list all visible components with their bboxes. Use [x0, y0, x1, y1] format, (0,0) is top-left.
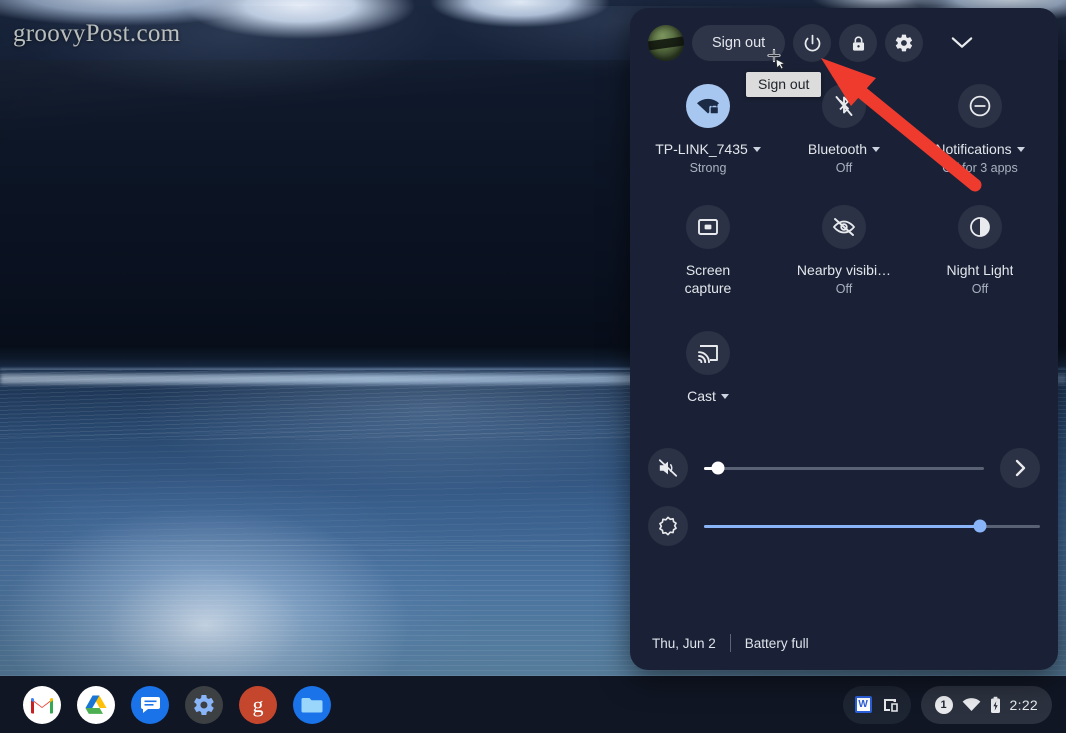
cast-icon	[686, 331, 730, 375]
tile-network-label: TP-LINK_7435	[655, 141, 748, 157]
volume-slider[interactable]	[704, 461, 984, 475]
settings-app-icon[interactable]	[185, 685, 223, 724]
chevron-down-icon[interactable]	[720, 393, 729, 399]
system-tray: W 1 2:22	[842, 685, 1066, 724]
do-not-disturb-icon	[958, 84, 1002, 128]
tile-night-light[interactable]: Night Light Off	[912, 205, 1048, 313]
brightness-icon[interactable]	[648, 506, 688, 546]
tile-bluetooth-status: Off	[835, 161, 853, 175]
sign-out-button[interactable]: Sign out	[692, 25, 786, 61]
notification-count-badge[interactable]: 1	[934, 695, 953, 714]
window-snap-icon[interactable]	[882, 697, 899, 713]
wifi-icon[interactable]	[962, 697, 981, 712]
groovypost-glyph: g	[252, 691, 264, 717]
tile-network-label-row: TP-LINK_7435	[655, 140, 761, 158]
word-doc-icon[interactable]: W	[854, 696, 872, 713]
tile-cast[interactable]: Cast	[640, 331, 776, 421]
wifi-lock-icon	[686, 84, 730, 128]
volume-slider-thumb[interactable]	[711, 461, 725, 475]
night-light-icon	[958, 205, 1002, 249]
chevron-down-icon[interactable]	[1016, 146, 1025, 152]
footer-divider	[729, 634, 731, 652]
brightness-slider-row	[648, 497, 1040, 555]
tile-night-light-label-row: Night Light	[947, 261, 1014, 279]
gear-icon[interactable]	[885, 24, 924, 62]
tile-screen-capture-text: Screen capture	[684, 262, 732, 296]
brightness-slider-fill	[704, 524, 980, 528]
screen-capture-icon	[686, 205, 730, 249]
footer-date: Thu, Jun 2	[652, 635, 716, 651]
sign-out-tooltip: Sign out	[746, 72, 822, 97]
messages-app-icon[interactable]	[131, 685, 169, 724]
slider-section	[630, 421, 1058, 555]
groovypost-app-icon[interactable]: g	[239, 685, 277, 724]
tile-network-status: Strong	[689, 161, 727, 175]
quick-settings-footer: Thu, Jun 2 Battery full	[630, 616, 1058, 670]
site-watermark: groovyPost.com	[13, 20, 181, 47]
battery-charging-icon[interactable]	[990, 696, 1001, 714]
chevron-down-icon[interactable]	[943, 24, 981, 62]
chevron-down-icon[interactable]	[872, 146, 881, 152]
tile-row-1: TP-LINK_7435 Strong Bluetooth Off Notifi…	[640, 84, 1048, 191]
footer-battery-status: Battery full	[744, 635, 809, 651]
tile-empty-1	[776, 331, 912, 421]
brightness-slider-thumb[interactable]	[973, 519, 987, 533]
tile-nearby-visibility-label: Nearby visibi…	[796, 262, 892, 278]
tile-nearby-visibility[interactable]: Nearby visibi… Off	[776, 205, 912, 313]
tray-window-controls[interactable]: W	[842, 685, 911, 724]
chevron-right-icon[interactable]	[1000, 448, 1040, 488]
eye-off-icon	[822, 205, 866, 249]
tile-empty-2	[912, 331, 1048, 421]
tile-bluetooth-label-row: Bluetooth	[807, 140, 881, 158]
tile-notifications-label: Notifications	[935, 141, 1012, 157]
bluetooth-off-icon	[822, 84, 866, 128]
tile-row-2: Screen capture Nearby visibi… Off Night …	[640, 205, 1048, 313]
tile-night-light-status: Off	[971, 282, 989, 296]
google-drive-app-icon[interactable]	[77, 685, 115, 724]
tile-row-3: Cast	[640, 331, 1048, 421]
tile-notifications-status: Off for 3 apps	[942, 161, 1018, 175]
tile-cast-label: Cast	[687, 388, 716, 404]
tile-night-light-label: Night Light	[946, 262, 1014, 278]
volume-slider-row	[648, 439, 1040, 497]
tray-clock[interactable]: 2:22	[1010, 697, 1038, 713]
tile-bluetooth-label: Bluetooth	[807, 141, 868, 157]
tile-nearby-status: Off	[835, 282, 853, 296]
shelf-app-list: g	[0, 685, 331, 724]
lock-button[interactable]	[839, 24, 878, 62]
quick-settings-panel: Sign out TP-LINK_7435 Strong Bluetooth O…	[630, 8, 1058, 670]
tile-screen-capture-label: Screen capture	[672, 261, 744, 297]
brightness-slider[interactable]	[704, 519, 1040, 533]
volume-muted-icon[interactable]	[648, 448, 688, 488]
tray-status-pill[interactable]: 1 2:22	[920, 685, 1052, 724]
tile-screen-capture[interactable]: Screen capture	[640, 205, 776, 313]
shelf: g W 1 2:22	[0, 676, 1066, 733]
tile-nearby-label-row: Nearby visibi…	[797, 261, 891, 279]
tile-cast-label-row: Cast	[687, 387, 729, 405]
tile-network[interactable]: TP-LINK_7435 Strong	[640, 84, 776, 191]
gmail-app-icon[interactable]	[23, 685, 61, 724]
tile-notifications[interactable]: Notifications Off for 3 apps	[912, 84, 1048, 191]
quick-settings-header: Sign out	[630, 8, 1058, 66]
tile-notifications-label-row: Notifications	[935, 140, 1025, 158]
chevron-down-icon[interactable]	[752, 146, 761, 152]
files-app-icon[interactable]	[293, 685, 331, 724]
power-button[interactable]	[793, 24, 832, 62]
quick-settings-tiles: TP-LINK_7435 Strong Bluetooth Off Notifi…	[630, 66, 1058, 421]
tile-bluetooth[interactable]: Bluetooth Off	[776, 84, 912, 191]
avatar[interactable]	[648, 25, 684, 61]
